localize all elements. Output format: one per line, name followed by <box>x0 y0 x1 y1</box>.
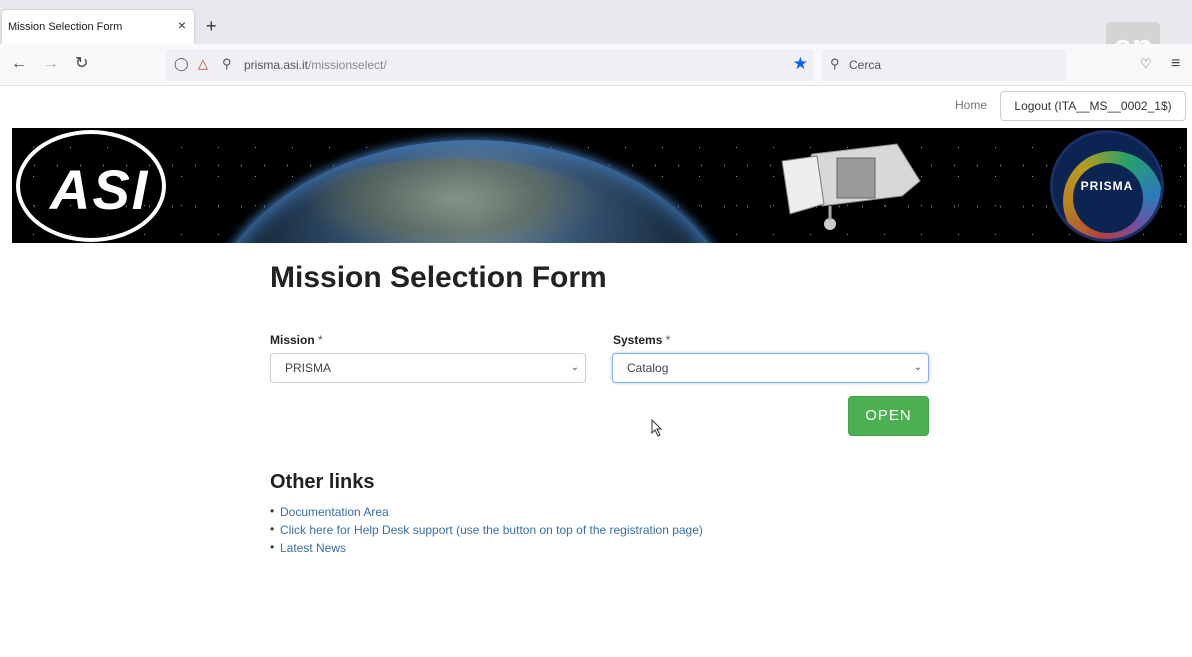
required-mark: * <box>318 333 323 347</box>
menu-icon[interactable]: ≡ <box>1171 55 1180 73</box>
systems-select[interactable]: Catalog ⌄ <box>612 353 929 383</box>
home-link[interactable]: Home <box>955 98 987 112</box>
tab-strip: Mission Selection Form × + ep <box>0 0 1192 76</box>
reload-icon[interactable]: ↻ <box>75 55 88 73</box>
bullet-icon: • <box>270 504 275 518</box>
help-desk-link[interactable]: Click here for Help Desk support (use th… <box>280 523 703 537</box>
forward-arrow-icon[interactable]: → <box>43 55 59 73</box>
mission-label-text: Mission <box>270 333 315 347</box>
mission-select[interactable]: PRISMA ⌄ <box>270 353 586 383</box>
required-mark: * <box>665 333 671 347</box>
page-content: Home Logout (ITA__MS__0002_1$) ASI PRISM… <box>0 87 1192 657</box>
systems-label-text: Systems <box>613 333 663 347</box>
mission-select-value: PRISMA <box>285 361 332 375</box>
banner: ASI PRISMA <box>12 128 1187 243</box>
url-host: prisma.asi.it <box>244 58 309 72</box>
search-icon: ⚲ <box>830 56 840 71</box>
systems-label: Systems * <box>613 333 670 347</box>
asi-logo-text: ASI <box>50 158 150 221</box>
key-icon[interactable]: ⚲ <box>222 57 232 71</box>
back-arrow-icon[interactable]: ← <box>11 55 27 73</box>
bookmark-star-icon[interactable]: ★ <box>793 55 808 73</box>
prisma-logo-text: PRISMA <box>1080 179 1134 193</box>
nav-bar: ← → ↻ ◯ △ ⚲ prisma.asi.it/missionselect/… <box>0 44 1192 86</box>
chevron-down-icon: ⌄ <box>570 362 579 373</box>
mouse-cursor-icon <box>651 419 663 437</box>
satellite-image <box>781 143 921 230</box>
page-title: Mission Selection Form <box>270 261 607 294</box>
permissions-icon[interactable]: △ <box>198 57 208 71</box>
prisma-logo: PRISMA <box>1050 130 1164 242</box>
pocket-icon[interactable]: ♡ <box>1140 56 1152 72</box>
search-bar[interactable]: ⚲ Cerca <box>822 49 1066 81</box>
tab-mission-selection[interactable]: Mission Selection Form × <box>2 10 194 44</box>
open-button[interactable]: OPEN <box>848 396 929 436</box>
other-links-heading: Other links <box>270 471 375 493</box>
shield-icon[interactable]: ◯ <box>174 57 189 71</box>
url-text[interactable]: prisma.asi.it/missionselect/ <box>244 58 387 72</box>
tab-title: Mission Selection Form <box>8 21 123 33</box>
latest-news-link[interactable]: Latest News <box>280 541 346 555</box>
asi-logo: ASI <box>16 130 166 242</box>
bullet-icon: • <box>270 522 275 536</box>
mission-label: Mission * <box>270 333 323 347</box>
documentation-area-link[interactable]: Documentation Area <box>280 505 389 519</box>
url-bar[interactable]: ◯ △ ⚲ prisma.asi.it/missionselect/ ★ <box>166 49 814 81</box>
chevron-down-icon: ⌄ <box>913 362 922 373</box>
logout-button[interactable]: Logout (ITA__MS__0002_1$) <box>1000 91 1186 121</box>
close-tab-icon[interactable]: × <box>178 18 186 32</box>
prisma-logo-center <box>1073 163 1143 233</box>
new-tab-icon[interactable]: + <box>206 17 217 35</box>
systems-select-value: Catalog <box>627 361 669 375</box>
url-path: /missionselect/ <box>308 58 387 72</box>
search-placeholder: Cerca <box>849 58 882 72</box>
bullet-icon: • <box>270 540 275 554</box>
browser-window: Mission Selection Form × + ep ← → ↻ ◯ △ … <box>0 0 1192 657</box>
